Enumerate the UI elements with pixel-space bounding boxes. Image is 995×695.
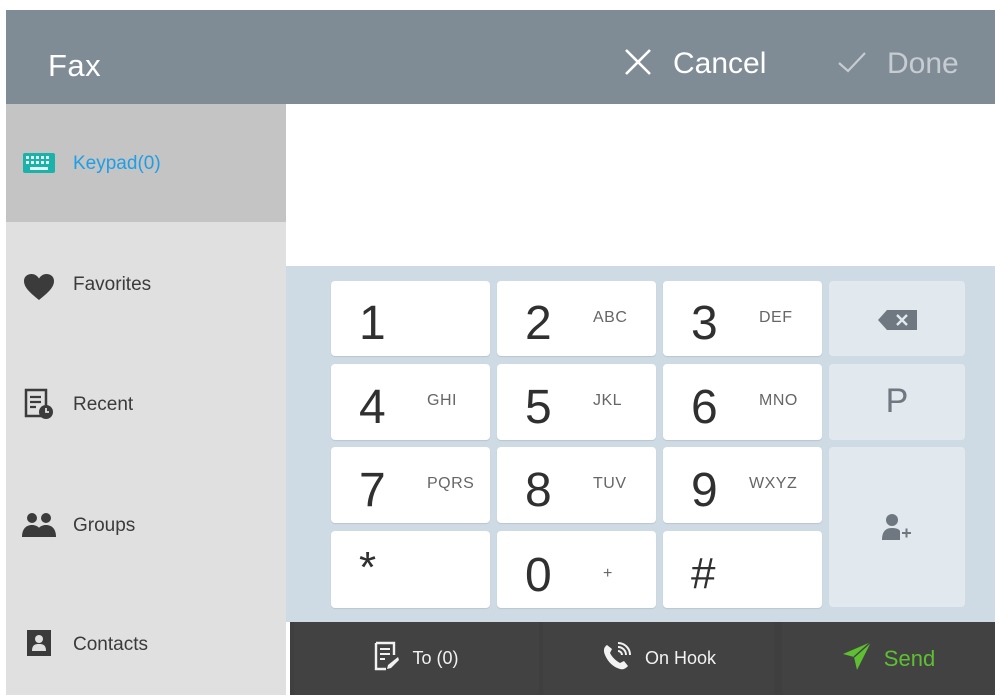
key-digit: # — [691, 549, 716, 598]
key-digit: 7 — [359, 464, 386, 517]
keyboard-icon — [22, 146, 56, 180]
pause-button[interactable]: P — [829, 364, 965, 440]
send-arrow-icon — [842, 641, 872, 676]
sidebar-item-groups[interactable]: Groups — [6, 458, 286, 576]
page-title: Fax — [48, 48, 102, 83]
on-hook-label: On Hook — [644, 648, 717, 668]
backspace-button[interactable] — [829, 281, 965, 356]
key-9[interactable]: 9 WXYZ — [663, 447, 822, 523]
sidebar-item-contacts[interactable]: Contacts — [6, 576, 286, 694]
done-label: Done — [887, 47, 959, 80]
sidebar-item-label: Keypad(0) — [73, 153, 161, 174]
sidebar-item-favorites[interactable]: Favorites — [6, 222, 286, 340]
key-3[interactable]: 3 DEF — [663, 281, 822, 356]
key-letters: GHI — [427, 392, 457, 409]
sidebar: Keypad(0) Favorites Recent Groups Contac… — [6, 104, 286, 695]
bottom-action-bar: To (0) On Hook Send — [290, 622, 995, 695]
key-letters: ABC — [593, 309, 628, 326]
key-digit: 3 — [691, 297, 718, 350]
sidebar-item-label: Groups — [73, 515, 136, 536]
key-letters: MNO — [759, 392, 798, 409]
key-8[interactable]: 8 TUV — [497, 447, 656, 523]
key-digit: 0 — [525, 549, 552, 602]
backspace-icon — [877, 309, 919, 336]
cancel-button[interactable]: Cancel — [623, 44, 766, 84]
sidebar-item-label: Favorites — [73, 274, 152, 295]
key-letters: JKL — [593, 392, 623, 409]
recipient-list-icon — [374, 641, 400, 676]
check-icon — [837, 47, 867, 82]
cancel-label: Cancel — [673, 47, 767, 80]
sidebar-item-recent[interactable]: Recent — [6, 340, 286, 458]
key-digit: 5 — [525, 381, 552, 434]
done-button[interactable]: Done — [837, 44, 959, 84]
key-5[interactable]: 5 JKL — [497, 364, 656, 440]
sidebar-item-label: Contacts — [73, 634, 148, 655]
number-display[interactable] — [286, 104, 995, 266]
to-recipients-button[interactable]: To (0) — [294, 622, 539, 695]
on-hook-button[interactable]: On Hook — [543, 622, 774, 695]
key-letters: TUV — [593, 475, 627, 492]
key-digit: * — [359, 543, 377, 592]
key-0[interactable]: 0 + — [497, 531, 656, 608]
pause-label: P — [885, 382, 909, 420]
to-recipients-label: To (0) — [412, 648, 459, 668]
key-digit: 6 — [691, 381, 718, 434]
send-label: Send — [883, 645, 936, 671]
key-4[interactable]: 4 GHI — [331, 364, 490, 440]
key-letters: PQRS — [427, 475, 475, 492]
contact-card-icon — [22, 626, 56, 660]
key-6[interactable]: 6 MNO — [663, 364, 822, 440]
recent-list-icon — [22, 387, 56, 421]
phone-ringing-icon — [601, 641, 633, 676]
key-letters: + — [603, 565, 613, 582]
key-digit: 1 — [359, 297, 386, 350]
send-button[interactable]: Send — [782, 622, 995, 695]
close-icon — [623, 47, 653, 82]
heart-icon — [22, 270, 56, 304]
add-contact-button[interactable] — [829, 447, 965, 607]
key-1[interactable]: 1 — [331, 281, 490, 356]
key-digit: 4 — [359, 381, 386, 434]
sidebar-item-label: Recent — [73, 394, 134, 415]
add-person-icon — [882, 513, 912, 546]
key-letters: DEF — [759, 309, 793, 326]
key-digit: 2 — [525, 297, 552, 350]
key-digit: 9 — [691, 464, 718, 517]
key-2[interactable]: 2 ABC — [497, 281, 656, 356]
key-hash[interactable]: # — [663, 531, 822, 608]
sidebar-item-keypad[interactable]: Keypad(0) — [6, 104, 286, 222]
key-letters: WXYZ — [749, 475, 798, 492]
key-star[interactable]: * — [331, 531, 490, 608]
people-icon — [22, 508, 56, 542]
key-digit: 8 — [525, 464, 552, 517]
app-header: Fax Cancel Done — [6, 10, 995, 104]
keypad: 1 2 ABC 3 DEF 4 GHI 5 JKL 6 MNO P 7 PQRS — [286, 266, 995, 622]
key-7[interactable]: 7 PQRS — [331, 447, 490, 523]
